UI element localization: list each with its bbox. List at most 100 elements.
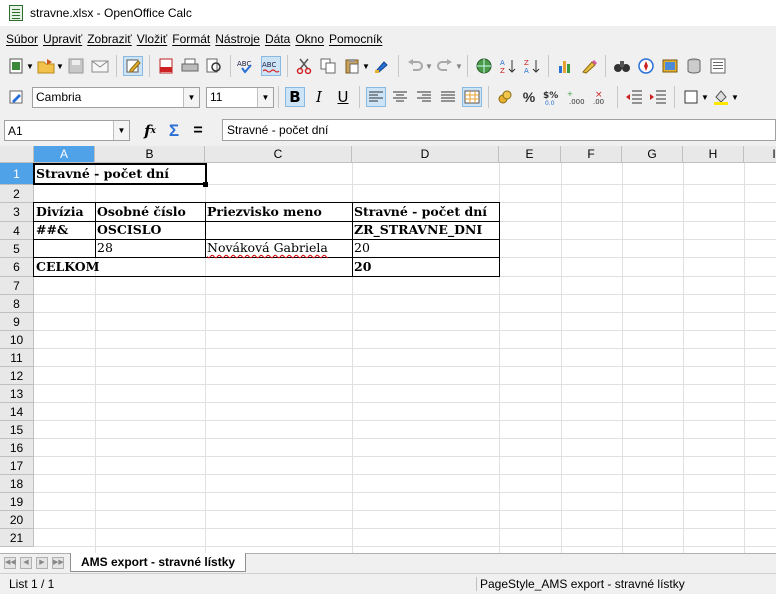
find-binoculars-icon[interactable] [612,56,632,76]
column-header-a[interactable]: A [34,146,95,163]
autospellcheck-icon[interactable]: ABC [261,56,281,76]
redo-dropdown-arrow[interactable]: ▼ [455,62,463,71]
menu-data[interactable]: Dáta [265,32,290,46]
formula-input[interactable]: Stravné - počet dní [222,119,776,141]
insert-chart-icon[interactable] [555,56,575,76]
row-header-5[interactable]: 5 [0,240,34,258]
cell-b5[interactable]: 28 [95,239,113,257]
save-icon[interactable] [66,56,86,76]
styles-formatting-icon[interactable] [6,87,26,107]
merge-cells-icon[interactable] [462,87,482,107]
row-header-1[interactable]: 1 [0,163,34,185]
background-color-icon[interactable] [711,87,731,107]
row-header-3[interactable]: 3 [0,203,34,222]
cell-a4[interactable]: ##& [34,221,68,239]
navigator-globe-icon[interactable] [474,56,494,76]
row-header-10[interactable]: 10 [0,331,34,349]
bold-icon[interactable]: B [285,87,305,107]
clone-formatting-icon[interactable] [372,56,392,76]
percent-format-icon[interactable]: % [519,87,539,107]
background-color-dropdown-arrow[interactable]: ▼ [731,93,739,102]
sort-descending-icon[interactable]: ZA [522,56,542,76]
align-center-icon[interactable] [390,87,410,107]
chevron-down-icon[interactable]: ▼ [113,121,129,140]
row-header-14[interactable]: 14 [0,403,34,421]
row-header-15[interactable]: 15 [0,421,34,439]
fill-handle[interactable] [203,182,208,187]
align-right-icon[interactable] [414,87,434,107]
navigator-compass-icon[interactable] [636,56,656,76]
data-sources-icon[interactable] [684,56,704,76]
paste-icon[interactable] [342,56,362,76]
column-header-e[interactable]: E [499,146,561,163]
font-size-box[interactable]: 11 ▼ [206,86,274,108]
menu-format[interactable]: Formát [172,32,210,46]
function-equals-icon[interactable]: = [188,121,208,141]
row-header-12[interactable]: 12 [0,367,34,385]
paste-dropdown-arrow[interactable]: ▼ [362,62,370,71]
borders-icon[interactable] [681,87,701,107]
borders-dropdown-arrow[interactable]: ▼ [701,93,709,102]
menu-window[interactable]: Okno [295,32,324,46]
undo-icon[interactable] [405,56,425,76]
row-header-17[interactable]: 17 [0,457,34,475]
column-header-f[interactable]: F [561,146,622,163]
menu-edit[interactable]: Upraviť [43,32,82,46]
edit-file-icon[interactable] [123,56,143,76]
menu-help[interactable]: Pomocník [329,32,382,46]
sheet-tab-ams-export[interactable]: AMS export - stravné lístky [70,553,247,572]
open-dropdown-arrow[interactable]: ▼ [56,62,64,71]
standard-format-icon[interactable]: $% 0.0 [543,87,563,107]
cell-d4[interactable]: ZR_STRAVNE_DNI [352,221,482,239]
spellcheck-icon[interactable]: ABC [237,56,257,76]
increase-indent-icon[interactable] [648,87,668,107]
chevron-down-icon[interactable]: ▼ [257,87,273,107]
spreadsheet-grid[interactable]: A B C D E F G H I 1 2 3 4 5 6 7 8 9 10 1… [0,146,776,553]
cell-a3[interactable]: Divízia [34,203,84,221]
previous-sheet-icon[interactable]: ◀ [20,557,32,569]
select-all-corner[interactable] [0,146,34,163]
page-preview-icon[interactable] [204,56,224,76]
export-pdf-icon[interactable] [156,56,176,76]
chevron-down-icon[interactable]: ▼ [183,87,199,107]
cell-a6[interactable]: CELKOM [34,258,100,276]
cell-b3[interactable]: Osobné číslo [95,203,186,221]
row-header-8[interactable]: 8 [0,295,34,313]
row-header-13[interactable]: 13 [0,385,34,403]
row-header-6[interactable]: 6 [0,258,34,277]
sum-icon[interactable]: Σ [164,121,184,141]
menu-view[interactable]: Zobraziť [87,32,132,46]
menu-insert[interactable]: Vložiť [137,32,168,46]
cell-c3[interactable]: Priezvisko meno [205,203,322,221]
align-left-icon[interactable] [366,87,386,107]
column-header-g[interactable]: G [622,146,683,163]
next-sheet-icon[interactable]: ▶ [36,557,48,569]
cell-a1[interactable]: Stravné - počet dní [34,165,169,183]
delete-decimal-icon[interactable]: × .00 [591,87,611,107]
copy-icon[interactable] [318,56,338,76]
new-document-icon[interactable] [6,56,26,76]
row-header-19[interactable]: 19 [0,493,34,511]
currency-format-icon[interactable] [495,87,515,107]
column-header-d[interactable]: D [352,146,499,163]
cell-b4[interactable]: OSCISLO [95,221,161,239]
cut-icon[interactable] [294,56,314,76]
draw-functions-icon[interactable] [579,56,599,76]
function-wizard-icon[interactable]: fx [140,121,160,141]
sort-ascending-icon[interactable]: AZ [498,56,518,76]
column-header-i[interactable]: I [744,146,776,163]
column-header-b[interactable]: B [95,146,205,163]
italic-icon[interactable]: I [309,87,329,107]
gallery-icon[interactable] [660,56,680,76]
cell-c5[interactable]: Nováková Gabriela [205,239,328,257]
cell-d5[interactable]: 20 [352,239,370,257]
status-page-style[interactable]: PageStyle_AMS export - stravné lístky [480,574,685,594]
column-header-h[interactable]: H [683,146,744,163]
add-decimal-icon[interactable]: + .000 [567,87,587,107]
row-header-21[interactable]: 21 [0,529,34,547]
name-box[interactable]: A1 ▼ [4,120,130,141]
decrease-indent-icon[interactable] [624,87,644,107]
last-sheet-icon[interactable]: ▶▶ [52,557,64,569]
row-header-11[interactable]: 11 [0,349,34,367]
cell-d6[interactable]: 20 [352,258,371,276]
